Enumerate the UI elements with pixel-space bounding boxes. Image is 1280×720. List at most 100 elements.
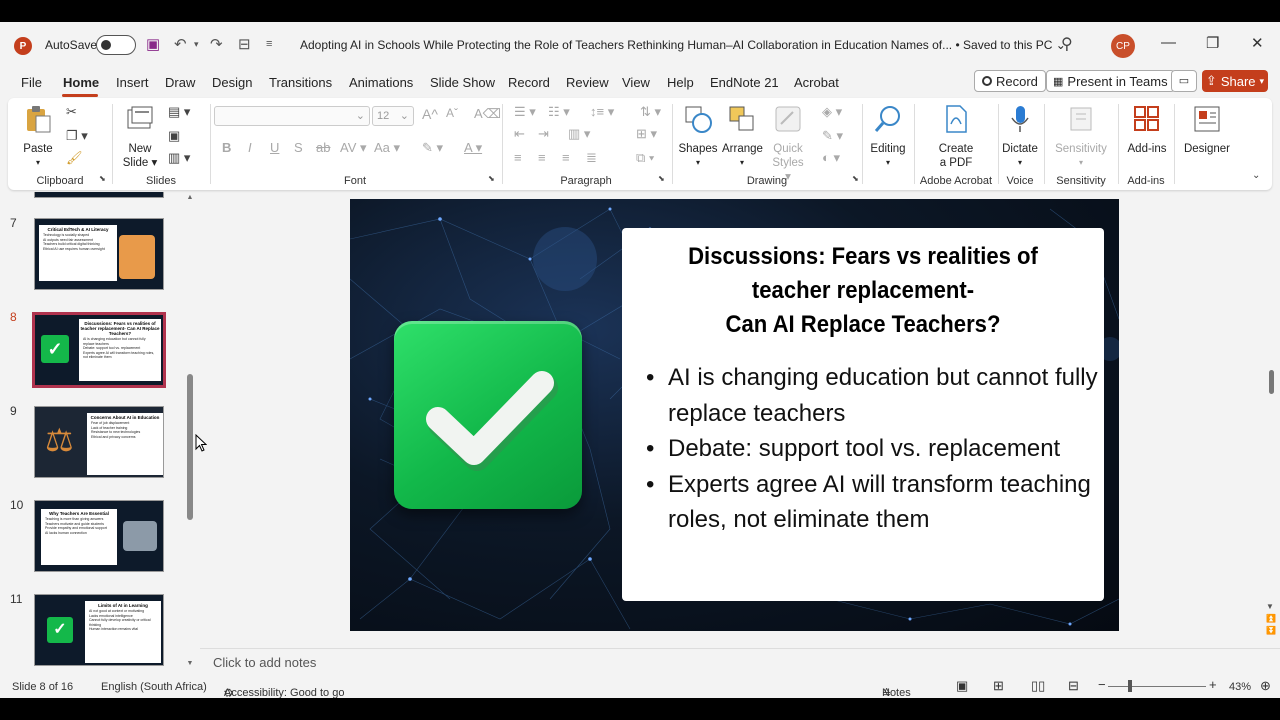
- tab-animations[interactable]: Animations: [349, 75, 413, 90]
- shape-outline-icon[interactable]: ✎ ▾: [822, 128, 843, 144]
- notes-pane[interactable]: Click to add notes: [200, 648, 1280, 674]
- designer-button[interactable]: Designer: [1182, 104, 1232, 156]
- strikethrough-icon[interactable]: ab: [316, 140, 330, 155]
- slide-thumbnail-11[interactable]: Limits of AI in Learning AI not good at …: [34, 594, 164, 666]
- columns-icon[interactable]: ▥ ▾: [568, 126, 590, 142]
- editor-scrollbar[interactable]: ▼ ⏫ ⏬: [1264, 194, 1278, 635]
- font-family-dropdown[interactable]: ⌄: [214, 106, 370, 126]
- save-icon[interactable]: ▣: [146, 35, 160, 53]
- undo-icon[interactable]: ↶: [174, 35, 187, 53]
- zoom-slider-thumb[interactable]: [1128, 680, 1132, 692]
- align-center-icon[interactable]: ≡: [538, 150, 546, 165]
- normal-view-icon[interactable]: ▣: [956, 678, 968, 694]
- change-case-icon[interactable]: Aa ▾: [374, 140, 400, 156]
- present-in-teams-button[interactable]: ▦ Present in Teams: [1046, 70, 1175, 92]
- clear-formatting-icon[interactable]: A⌫: [474, 106, 501, 122]
- tab-review[interactable]: Review: [566, 75, 609, 90]
- slide-sorter-icon[interactable]: ⊞: [993, 678, 1004, 694]
- search-icon[interactable]: ⚲: [1061, 34, 1073, 54]
- dialog-launcher-icon[interactable]: ⬊: [99, 174, 106, 183]
- slide-bullet[interactable]: Debate: support tool vs. replacement: [644, 431, 1100, 467]
- record-button[interactable]: Record: [974, 70, 1046, 92]
- quick-styles-button[interactable]: Quick Styles ▾: [768, 104, 808, 184]
- new-slide-button[interactable]: New Slide ▾: [120, 104, 160, 170]
- align-left-icon[interactable]: ≡: [514, 150, 522, 165]
- align-right-icon[interactable]: ≡: [562, 150, 570, 165]
- restore-icon[interactable]: ❐: [1206, 34, 1219, 52]
- justify-icon[interactable]: ≣: [586, 150, 597, 166]
- highlight-icon[interactable]: ✎ ▾: [422, 140, 443, 156]
- align-text-icon[interactable]: ⊞ ▾: [636, 126, 657, 142]
- green-checkmark-image[interactable]: [394, 321, 582, 509]
- decrease-indent-icon[interactable]: ⇤: [514, 126, 525, 142]
- close-icon[interactable]: ✕: [1251, 34, 1264, 52]
- underline-icon[interactable]: U: [270, 140, 279, 155]
- shapes-button[interactable]: Shapes ▾: [678, 104, 718, 170]
- character-spacing-icon[interactable]: AV ▾: [340, 140, 367, 156]
- format-painter-icon[interactable]: 🖌: [66, 150, 83, 166]
- fit-to-window-icon[interactable]: ⊕: [1260, 678, 1271, 694]
- share-button[interactable]: ⇪ Share ▾: [1202, 70, 1268, 92]
- scroll-up-icon[interactable]: ▲: [185, 194, 195, 201]
- increase-font-icon[interactable]: A^: [422, 106, 438, 122]
- bold-icon[interactable]: B: [222, 140, 231, 155]
- document-title[interactable]: Adopting AI in Schools While Protecting …: [300, 38, 1066, 52]
- slide-thumbnail-6[interactable]: [34, 192, 164, 198]
- create-pdf-button[interactable]: Create a PDF: [934, 104, 978, 170]
- scrollbar-thumb[interactable]: [1269, 370, 1274, 394]
- customize-toolbar-icon[interactable]: ≡: [266, 38, 272, 50]
- slide-bullet[interactable]: Experts agree AI will transform teaching…: [644, 467, 1100, 538]
- language-status[interactable]: English (South Africa): [101, 681, 207, 693]
- shape-effects-icon[interactable]: ◐ ▾: [822, 150, 840, 166]
- tab-home[interactable]: Home: [63, 75, 99, 90]
- shape-fill-icon[interactable]: ◈ ▾: [822, 104, 842, 120]
- thumbnails-scrollbar[interactable]: ▲ ▼: [185, 194, 195, 672]
- previous-slide-icon[interactable]: ⏫: [1266, 614, 1276, 623]
- slide-bullet[interactable]: AI is changing education but cannot full…: [644, 360, 1100, 431]
- smartart-icon[interactable]: ⧉ ▾: [636, 150, 654, 166]
- layout-icon[interactable]: ▤ ▾: [168, 104, 190, 120]
- zoom-level[interactable]: 43%: [1229, 681, 1251, 693]
- increase-indent-icon[interactable]: ⇥: [538, 126, 549, 142]
- tab-endnote[interactable]: EndNote 21: [710, 75, 779, 90]
- section-icon[interactable]: ▥ ▾: [168, 150, 190, 166]
- slide-canvas[interactable]: Discussions: Fears vs realities of teach…: [350, 199, 1119, 631]
- tab-draw[interactable]: Draw: [165, 75, 195, 90]
- reset-icon[interactable]: ▣: [168, 128, 180, 144]
- slide-position[interactable]: Slide 8 of 16: [12, 681, 73, 693]
- shadow-icon[interactable]: S: [294, 140, 303, 155]
- italic-icon[interactable]: I: [248, 140, 252, 155]
- slide-content-textbox[interactable]: Discussions: Fears vs realities of teach…: [622, 228, 1104, 601]
- redo-icon[interactable]: ↷: [210, 35, 223, 53]
- copy-icon[interactable]: ❐ ▾: [66, 128, 88, 144]
- tab-design[interactable]: Design: [212, 75, 252, 90]
- slide-thumbnail-10[interactable]: Why Teachers Are Essential Teaching is m…: [34, 500, 164, 572]
- decrease-font-icon[interactable]: Aˇ: [446, 106, 458, 120]
- slide-show-icon[interactable]: ⊟: [1068, 678, 1079, 694]
- slide-bullet-list[interactable]: AI is changing education but cannot full…: [644, 360, 1100, 538]
- tab-insert[interactable]: Insert: [116, 75, 149, 90]
- dialog-launcher-icon[interactable]: ⬊: [658, 174, 665, 183]
- scroll-down-icon[interactable]: ▼: [1266, 602, 1274, 611]
- dictate-button[interactable]: Dictate ▾: [998, 104, 1042, 170]
- text-direction-icon[interactable]: ⇅ ▾: [640, 104, 661, 120]
- paste-button[interactable]: Paste ▾: [18, 104, 58, 170]
- tab-view[interactable]: View: [622, 75, 650, 90]
- present-from-start-icon[interactable]: ⊟: [238, 35, 251, 53]
- font-color-icon[interactable]: A ▾: [464, 140, 482, 156]
- scroll-down-icon[interactable]: ▼: [185, 660, 195, 667]
- numbering-icon[interactable]: ☷ ▾: [548, 104, 570, 120]
- zoom-out-icon[interactable]: −: [1098, 677, 1106, 692]
- slide-title[interactable]: Discussions: Fears vs realities of teach…: [641, 240, 1084, 342]
- slide-thumbnail-7[interactable]: Critical EdTech & AI Literacy Technology…: [34, 218, 164, 290]
- comments-button[interactable]: ▭: [1171, 70, 1197, 92]
- scrollbar-thumb[interactable]: [187, 374, 193, 520]
- arrange-button[interactable]: Arrange ▾: [722, 104, 763, 170]
- tab-help[interactable]: Help: [667, 75, 694, 90]
- zoom-in-icon[interactable]: +: [1209, 677, 1217, 692]
- undo-dropdown-icon[interactable]: ▾: [194, 39, 199, 50]
- collapse-ribbon-icon[interactable]: ⌄: [1252, 170, 1260, 181]
- line-spacing-icon[interactable]: ↕≡ ▾: [590, 104, 614, 120]
- slide-thumbnail-8[interactable]: Discussions: Fears vs realities of teach…: [32, 312, 166, 388]
- reading-view-icon[interactable]: ▯▯: [1031, 678, 1045, 694]
